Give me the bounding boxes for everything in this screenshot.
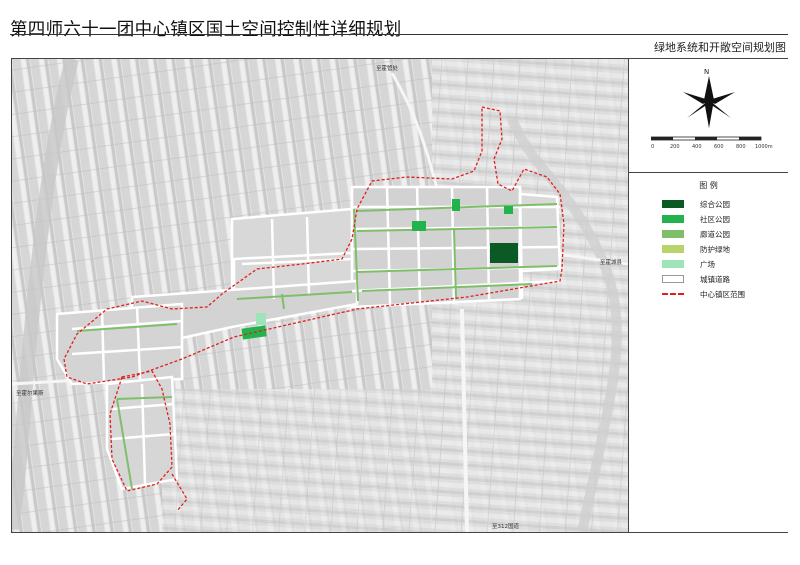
scale-tick-1000m: 1000m	[755, 144, 773, 150]
legend-title: 图 例	[699, 181, 718, 190]
road-label-east: 至霍城县	[600, 260, 623, 266]
swatch-corridor-park	[662, 230, 684, 238]
community-park-3	[452, 199, 460, 211]
swatch-protective-green	[662, 245, 684, 253]
community-park-2	[412, 221, 426, 231]
swatch-comprehensive-park	[662, 200, 684, 208]
swatch-town-road	[662, 275, 684, 283]
community-park-4	[504, 206, 513, 214]
scale-tick-0: 0	[651, 144, 655, 150]
scale-tick-400: 400	[692, 144, 702, 150]
legend-label: 广场	[700, 260, 715, 269]
legend-label: 中心镇区范围	[700, 290, 745, 299]
aerial-fields-south	[162, 389, 452, 532]
north-arrow-label: N	[704, 68, 710, 76]
swatch-square	[662, 260, 684, 268]
scale-tick-800: 800	[736, 144, 746, 150]
legend-label: 防护绿地	[700, 245, 730, 254]
north-arrow-icon	[683, 76, 735, 128]
road-label-south: 至312国道	[492, 524, 519, 530]
swatch-community-park	[662, 215, 684, 223]
comprehensive-park	[490, 243, 518, 263]
road-label-north: 至霍管处	[376, 66, 399, 72]
road-label-west: 至霍尔果斯	[16, 391, 44, 397]
scale-tick-600: 600	[714, 144, 724, 150]
map-canvas[interactable]	[12, 59, 628, 532]
legend-label: 综合公园	[700, 200, 730, 209]
legend-panel: N 0 200 400 600 800 1000m 图 例 综合公园 社区公园 …	[628, 59, 788, 532]
legend-label: 廊道公园	[700, 230, 730, 239]
scale-tick-200: 200	[670, 144, 680, 150]
map-subtitle: 绿地系统和开敞空间规划图	[654, 41, 786, 54]
legend-divider	[629, 172, 788, 173]
legend-label: 城镇道路	[700, 275, 730, 284]
square-plaza	[256, 313, 266, 325]
legend-label: 社区公园	[700, 215, 730, 224]
scale-bar	[651, 136, 762, 141]
title-divider	[10, 34, 788, 35]
swatch-town-boundary	[662, 293, 684, 295]
map-title: 第四师六十一团中心镇区国土空间控制性详细规划	[10, 20, 402, 40]
